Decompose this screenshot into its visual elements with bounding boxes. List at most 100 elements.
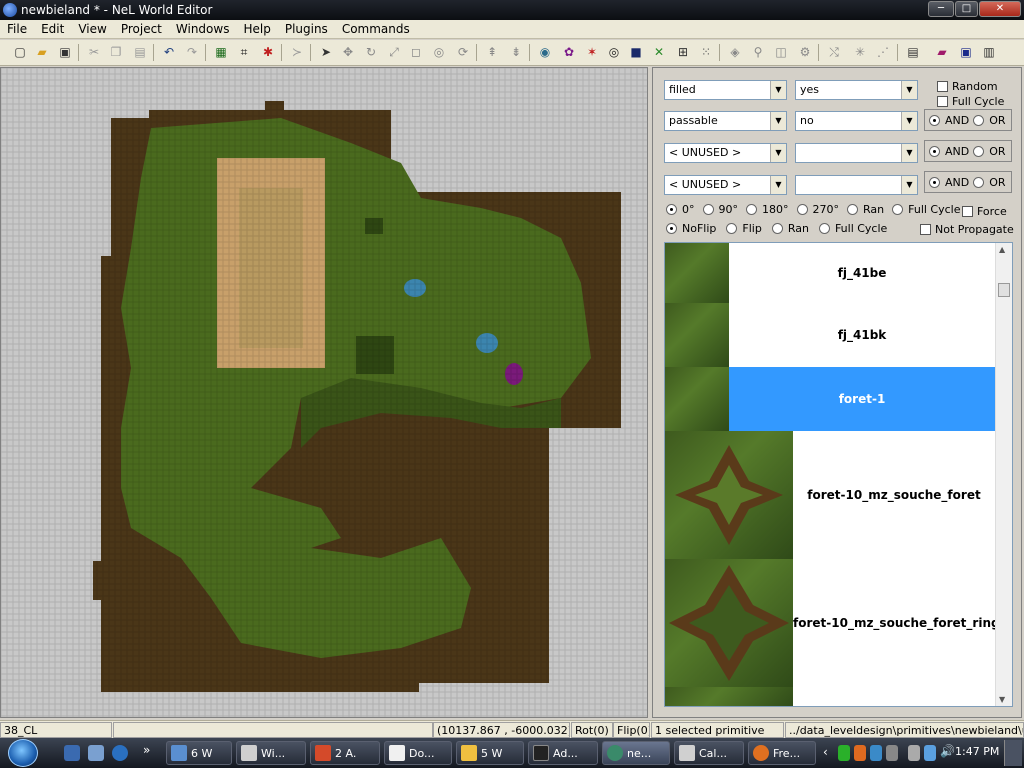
property-combo-1[interactable]: filled ▼ <box>664 80 787 100</box>
properties-icon[interactable]: ▤ <box>905 44 921 60</box>
rotation-fullcycle-radio[interactable]: Full Cycle <box>892 203 961 216</box>
taskbar-item[interactable]: 6 W <box>166 741 232 765</box>
sparkle-icon[interactable]: ✳ <box>852 44 868 60</box>
tray-app-icon[interactable] <box>838 745 850 761</box>
copy-icon[interactable]: ❐ <box>108 44 124 60</box>
menu-file[interactable]: File <box>0 22 34 36</box>
value-combo-1[interactable]: yes ▼ <box>795 80 918 100</box>
taskbar-item[interactable]: Cal... <box>674 741 744 765</box>
menu-windows[interactable]: Windows <box>169 22 237 36</box>
tile-list-scrollbar[interactable]: ▲ ▼ <box>995 243 1012 706</box>
tile-item[interactable]: foret-10_mz_souche_foret_ring2 <box>665 559 995 687</box>
taskbar-item-active[interactable]: ne... <box>602 741 670 765</box>
not-propagate-checkbox[interactable]: Not Propagate <box>920 223 1014 236</box>
zone-icon[interactable]: ⌗ <box>236 44 252 60</box>
taskbar-item[interactable]: Wi... <box>236 741 306 765</box>
cross-icon[interactable]: ✕ <box>651 44 667 60</box>
tray-app-icon[interactable] <box>854 745 866 761</box>
chevron-right-icon[interactable]: » <box>143 743 150 757</box>
volume-icon[interactable]: 🔊 <box>940 744 955 758</box>
chevron-down-icon[interactable]: ▼ <box>770 176 786 194</box>
value-combo-4[interactable]: ▼ <box>795 175 918 195</box>
paste-icon[interactable]: ▤ <box>132 44 148 60</box>
maximize-button[interactable]: □ <box>955 1 978 17</box>
world-map-view[interactable] <box>0 67 648 718</box>
group-icon[interactable]: ⇞ <box>484 44 500 60</box>
grid-small-icon[interactable]: ⊞ <box>675 44 691 60</box>
open-folder-icon[interactable]: ▰ <box>34 44 50 60</box>
cut-icon[interactable]: ✂ <box>86 44 102 60</box>
move-icon[interactable]: ✥ <box>340 44 356 60</box>
new-file-icon[interactable]: ▢ <box>12 44 28 60</box>
menu-edit[interactable]: Edit <box>34 22 71 36</box>
scale-icon[interactable]: ⤢ <box>386 44 402 60</box>
chevron-down-icon[interactable]: ▼ <box>901 144 917 162</box>
undo-icon[interactable]: ↶ <box>161 44 177 60</box>
clock[interactable]: 1:47 PM <box>955 745 999 758</box>
chevron-down-icon[interactable]: ▼ <box>770 112 786 130</box>
menu-view[interactable]: View <box>71 22 113 36</box>
pick-icon[interactable]: ⤭ <box>826 44 842 60</box>
close-button[interactable]: ✕ <box>979 1 1021 17</box>
ungroup-icon[interactable]: ⇟ <box>508 44 524 60</box>
property-combo-2[interactable]: passable ▼ <box>664 111 787 131</box>
rotate-icon[interactable]: ↻ <box>363 44 379 60</box>
circle-icon[interactable]: ◎ <box>431 44 447 60</box>
menu-project[interactable]: Project <box>114 22 169 36</box>
or-radio[interactable]: OR <box>973 114 1006 127</box>
scroll-thumb[interactable] <box>998 283 1010 297</box>
value-combo-2[interactable]: no ▼ <box>795 111 918 131</box>
script-icon[interactable]: ▥ <box>981 44 997 60</box>
tray-expand-icon[interactable]: ‹ <box>823 745 828 759</box>
flower-icon[interactable]: ✿ <box>561 44 577 60</box>
browser-icon[interactable] <box>112 745 128 761</box>
settings-icon[interactable]: ▣ <box>958 44 974 60</box>
pointer-icon[interactable]: ➤ <box>318 44 334 60</box>
tray-app-icon[interactable] <box>870 745 882 761</box>
fullcycle-checkbox[interactable]: Full Cycle <box>937 95 1004 108</box>
chevron-down-icon[interactable]: ▼ <box>770 81 786 99</box>
rotation-90-radio[interactable]: 90° <box>702 203 738 216</box>
chevron-down-icon[interactable]: ▼ <box>901 112 917 130</box>
taskbar-item[interactable]: Fre... <box>748 741 816 765</box>
force-checkbox[interactable]: Force <box>962 205 1007 218</box>
turn-icon[interactable]: ⟳ <box>455 44 471 60</box>
menu-plugins[interactable]: Plugins <box>278 22 335 36</box>
app-icon[interactable] <box>3 3 17 17</box>
globe-icon[interactable]: ◉ <box>537 44 553 60</box>
fit-icon[interactable]: ◫ <box>773 44 789 60</box>
chevron-down-icon[interactable]: ▼ <box>901 176 917 194</box>
flip-random-radio[interactable]: Ran <box>771 222 809 235</box>
random-checkbox[interactable]: Random <box>937 80 998 93</box>
and-radio[interactable]: AND <box>929 145 969 158</box>
tile-item[interactable]: fj_41be <box>665 243 995 303</box>
network-icon[interactable] <box>924 745 936 761</box>
zoom-icon[interactable]: ⚲ <box>750 44 766 60</box>
scroll-up-icon[interactable]: ▲ <box>999 245 1005 254</box>
value-combo-3[interactable]: ▼ <box>795 143 918 163</box>
taskbar-item[interactable]: Do... <box>384 741 452 765</box>
landscape-icon[interactable]: ✱ <box>260 44 276 60</box>
menu-help[interactable]: Help <box>236 22 277 36</box>
taskbar-item[interactable]: 2 A. <box>310 741 380 765</box>
checkbox-box[interactable] <box>937 81 948 92</box>
and-radio[interactable]: AND <box>929 114 969 127</box>
landscape-map[interactable] <box>1 68 648 718</box>
and-radio[interactable]: AND <box>929 176 969 189</box>
tile-item[interactable] <box>665 687 995 706</box>
switch-windows-icon[interactable] <box>88 745 104 761</box>
redo-icon[interactable]: ↷ <box>184 44 200 60</box>
rotation-random-radio[interactable]: Ran <box>847 203 884 216</box>
select-tool-icon[interactable]: ≻ <box>289 44 305 60</box>
show-desktop-icon[interactable] <box>64 745 80 761</box>
tile-list[interactable]: fj_41be fj_41bk foret-1 foret-10_mz_souc… <box>664 242 1013 707</box>
dots-icon[interactable]: ⁙ <box>698 44 714 60</box>
start-button[interactable] <box>8 739 38 767</box>
property-combo-3[interactable]: < UNUSED > ▼ <box>664 143 787 163</box>
checkbox-box[interactable] <box>962 206 973 217</box>
tray-printer-icon[interactable] <box>886 745 898 761</box>
checkbox-box[interactable] <box>937 96 948 107</box>
tray-app-icon[interactable] <box>908 745 920 761</box>
star-icon[interactable]: ✶ <box>584 44 600 60</box>
save-icon[interactable]: ▣ <box>57 44 73 60</box>
